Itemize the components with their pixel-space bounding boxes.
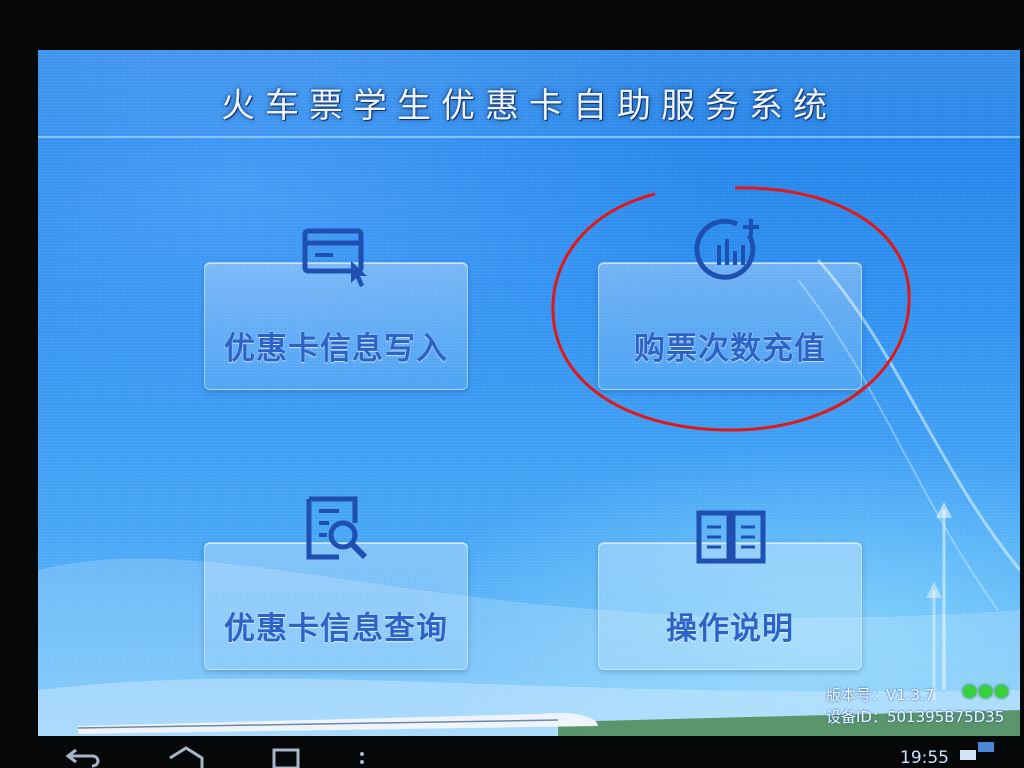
card-info-query-label: 优惠卡信息查询 — [224, 611, 448, 647]
card-info-write-button[interactable]: 优惠卡信息写入 — [204, 228, 468, 390]
network-icon — [960, 742, 994, 760]
version-text: 版本号：V1.3.7 — [826, 686, 935, 704]
recharge-purchase-count-button[interactable]: 购票次数充值 — [598, 218, 862, 390]
card-info-write-label: 优惠卡信息写入 — [224, 331, 448, 367]
open-book-icon — [696, 510, 766, 564]
card-write-icon — [302, 228, 367, 287]
recent-apps-icon[interactable] — [264, 744, 308, 768]
back-icon[interactable] — [62, 744, 106, 768]
status-indicator — [963, 683, 1011, 702]
app-title: 火车票学生优惠卡自助服务系统 — [221, 86, 837, 126]
menu-dots-icon[interactable] — [356, 744, 368, 768]
document-search-icon — [306, 496, 368, 560]
card-info-query-button[interactable]: 优惠卡信息查询 — [204, 496, 468, 670]
home-icon[interactable] — [164, 744, 208, 768]
instructions-button[interactable]: 操作说明 — [598, 510, 862, 670]
kiosk-screen: 火车票学生优惠卡自助服务系统 优惠卡信息写入 购票次数充值 优惠卡信息查询 操作… — [38, 50, 1020, 736]
instructions-label: 操作说明 — [666, 611, 794, 647]
recharge-chart-icon — [694, 218, 759, 280]
background-decoration — [38, 259, 1020, 736]
status-dot — [963, 685, 976, 698]
clock: 19:55 — [900, 748, 949, 768]
android-navigation-bar — [0, 736, 1024, 768]
title-bar: 火车票学生优惠卡自助服务系统 — [38, 50, 1020, 138]
status-dot — [979, 685, 992, 698]
recharge-purchase-count-label: 购票次数充值 — [634, 331, 826, 367]
device-id-text: 设备ID：501395B75D35 — [826, 708, 1005, 726]
status-dot — [995, 685, 1008, 698]
